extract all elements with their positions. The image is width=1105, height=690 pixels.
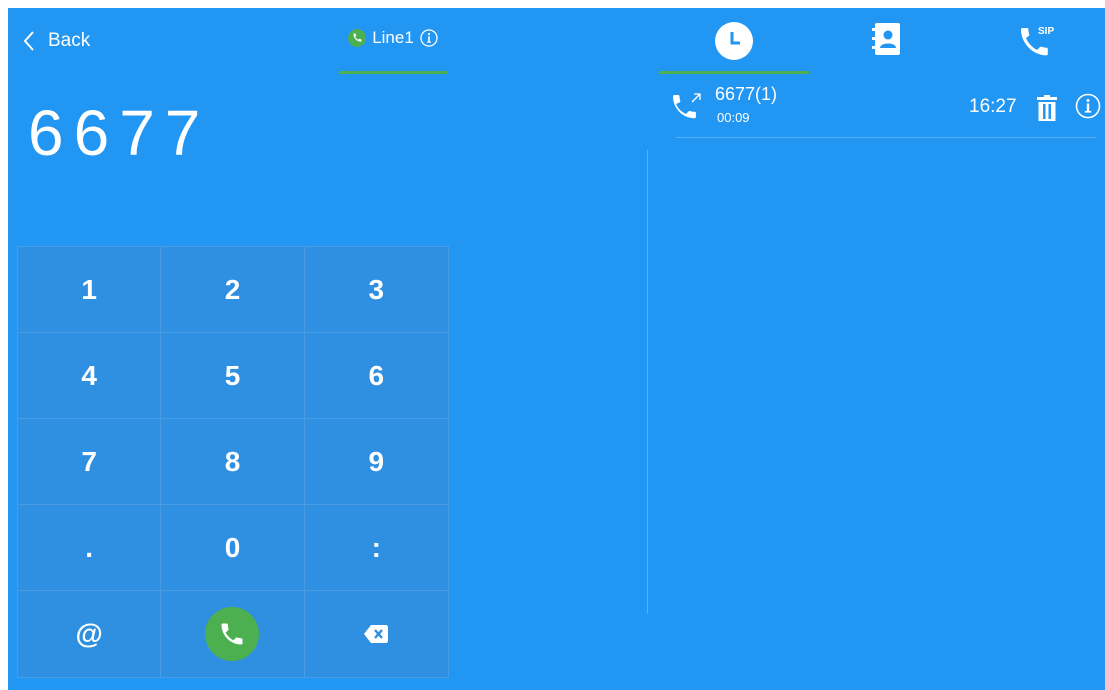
key-6[interactable]: 6 <box>304 333 448 419</box>
key-5[interactable]: 5 <box>161 333 305 419</box>
tab-contacts[interactable] <box>811 18 961 74</box>
key-3[interactable]: 3 <box>304 247 448 333</box>
line-indicator[interactable]: Line1 <box>339 28 447 74</box>
phone-icon <box>221 623 243 645</box>
key-dot[interactable]: . <box>18 505 162 591</box>
history-entry-time: 16:27 <box>969 96 1017 117</box>
info-icon[interactable] <box>1075 93 1101 119</box>
svg-text:SIP: SIP <box>1038 26 1054 37</box>
tab-call-history[interactable] <box>659 18 809 74</box>
active-tab-underline <box>659 71 809 74</box>
call-button[interactable] <box>205 607 260 661</box>
history-list-item[interactable]: 6677(1) 00:09 16:27 <box>673 80 1101 138</box>
key-at[interactable]: @ <box>18 591 162 677</box>
key-4[interactable]: 4 <box>18 333 162 419</box>
contacts-book-icon <box>872 23 900 55</box>
key-7[interactable]: 7 <box>18 419 162 505</box>
key-8[interactable]: 8 <box>161 419 305 505</box>
tab-sip[interactable]: SIP <box>963 18 1105 74</box>
key-0[interactable]: 0 <box>161 505 305 591</box>
panel-divider <box>647 150 648 614</box>
chevron-left-icon <box>23 31 34 51</box>
key-colon[interactable]: : <box>304 505 448 591</box>
back-button[interactable]: Back <box>22 26 90 56</box>
line-status-icon <box>348 29 367 47</box>
outgoing-call-icon <box>673 93 701 119</box>
history-entry-name: 6677(1) <box>715 84 778 104</box>
back-label: Back <box>48 30 91 51</box>
backspace-icon <box>364 625 389 643</box>
key-1[interactable]: 1 <box>18 247 162 333</box>
clock-icon <box>715 22 753 60</box>
key-9[interactable]: 9 <box>304 419 448 505</box>
key-2[interactable]: 2 <box>161 247 305 333</box>
trash-icon[interactable] <box>1036 95 1058 121</box>
call-key[interactable] <box>161 591 305 677</box>
backspace-key[interactable] <box>305 591 448 677</box>
dialed-number-display: 6677 <box>28 97 211 169</box>
dial-keypad: 1 2 3 4 5 6 7 8 9 . 0 : @ <box>17 246 449 678</box>
line-label: Line1 <box>372 28 414 47</box>
history-entry-duration: 00:09 <box>717 110 750 125</box>
line-underline <box>339 71 447 74</box>
info-icon[interactable] <box>420 29 438 47</box>
sip-phone-icon: SIP <box>1021 26 1054 56</box>
dialer-screen: Back Line1 6677 1 2 3 4 5 6 7 8 9 . 0: … <box>8 8 1105 690</box>
